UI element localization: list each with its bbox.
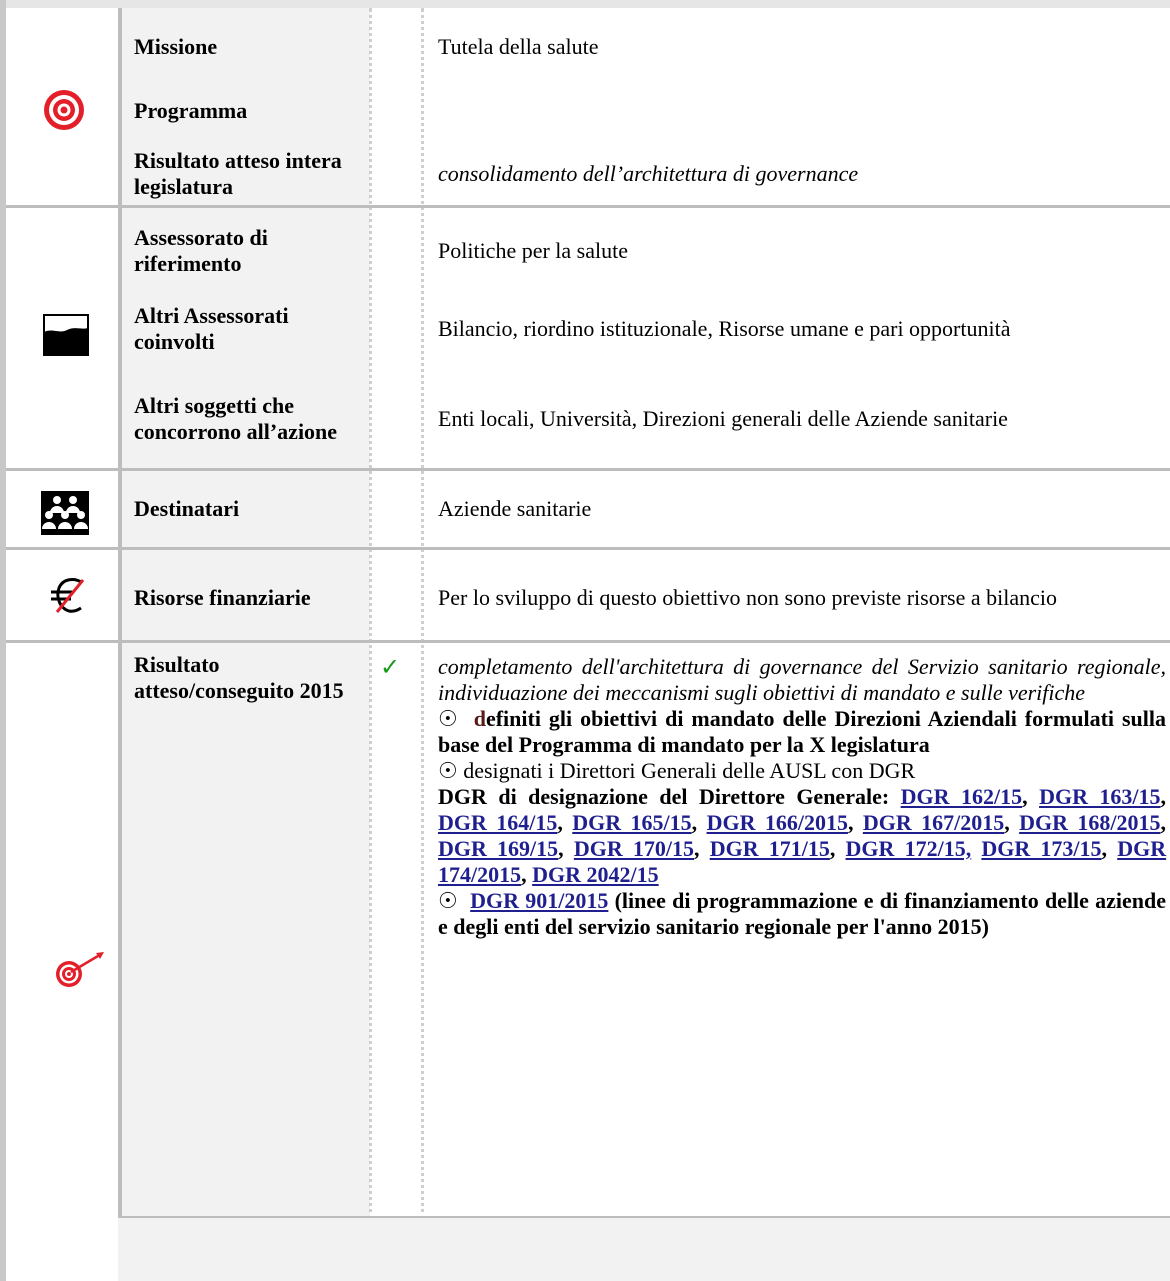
destinatari-value: Aziende sanitarie	[438, 496, 592, 521]
landscape-icon	[40, 312, 92, 358]
risultato-2015-content: completamento dell'architettura di gover…	[438, 654, 1166, 940]
destinatari-label: Destinatari	[134, 496, 240, 521]
dgr-link[interactable]: DGR 168/2015	[1019, 810, 1160, 835]
dgr-link[interactable]: DGR 166/2015	[707, 810, 848, 835]
dgr-link[interactable]: DGR 162/15	[901, 784, 1022, 809]
row-separator	[6, 468, 1170, 471]
dgr-link[interactable]: DGR 170/15	[574, 836, 694, 861]
dgr-link[interactable]: DGR 163/15	[1039, 784, 1160, 809]
altri-soggetti-value: Enti locali, Università, Direzioni gener…	[438, 406, 1008, 431]
dart-target-icon	[52, 948, 108, 992]
programma-label: Programma	[134, 98, 248, 123]
bullet-direttori-generali: ☉ designati i Direttori Generali delle A…	[438, 758, 916, 783]
missione-label: Missione	[134, 34, 218, 59]
missione-value: Tutela della salute	[438, 34, 599, 59]
risultato-legislatura-label: Risultato atteso intera legislatura	[134, 148, 342, 199]
dgr-link[interactable]: DGR 2042/15	[532, 862, 659, 887]
group-icon	[38, 488, 92, 538]
altri-assessorati-value: Bilancio, riordino istituzionale, Risors…	[438, 316, 1011, 341]
risorse-label: Risorse finanziarie	[134, 585, 311, 610]
bullet-icon: ☉	[438, 758, 458, 783]
row-separator	[6, 640, 1170, 643]
bullet-icon: ☉	[438, 888, 458, 913]
dgr-link[interactable]: DGR 164/15	[438, 810, 557, 835]
programma-value	[438, 88, 1166, 134]
bullet-dgr-901: ☉ DGR 901/2015 (linee di programmazione …	[438, 888, 1167, 939]
dgr-link[interactable]: DGR 173/15	[981, 836, 1101, 861]
altri-soggetti-label: Altri soggetti che concorrono all’azione	[134, 393, 338, 444]
dgr-link[interactable]: DGR 171/15	[710, 836, 830, 861]
risultato-legislatura-value: consolidamento dell’architettura di gove…	[438, 161, 859, 186]
dgr-link[interactable]: DGR 165/15	[572, 810, 691, 835]
column-divider	[421, 8, 424, 1220]
row-separator	[6, 205, 1170, 208]
no-euro-icon	[44, 572, 94, 620]
risultato-2015-label: Risultato atteso/conseguito 2015	[134, 652, 344, 703]
row-separator	[6, 547, 1170, 550]
dgr-901-link[interactable]: DGR 901/2015	[470, 888, 608, 913]
bullet-icon: ☉	[438, 706, 458, 731]
assessorato-label: Assessorato di riferimento	[134, 225, 268, 276]
page-margin	[6, 1218, 118, 1281]
target-icon	[36, 82, 92, 138]
dgr-link[interactable]: DGR 172/15,	[846, 836, 972, 861]
risultato-2015-intro: completamento dell'architettura di gover…	[438, 654, 1166, 705]
footer-area	[118, 1218, 1170, 1281]
check-column	[370, 8, 422, 1218]
dgr-link[interactable]: DGR 167/2015	[863, 810, 1004, 835]
column-divider	[369, 8, 372, 1220]
page-top-border	[0, 0, 1170, 8]
bullet-obiettivi-mandato: ☉ definiti gli obiettivi di mandato dell…	[438, 706, 1167, 757]
assessorato-value: Politiche per la salute	[438, 238, 628, 263]
dgr-link[interactable]: DGR 169/15	[438, 836, 558, 861]
check-icon: ✓	[380, 653, 401, 681]
dgr-list: DGR di designazione del Direttore Genera…	[438, 784, 1167, 887]
altri-assessorati-label: Altri Assessorati coinvolti	[134, 303, 289, 354]
risorse-value: Per lo sviluppo di questo obiettivo non …	[438, 585, 1057, 610]
